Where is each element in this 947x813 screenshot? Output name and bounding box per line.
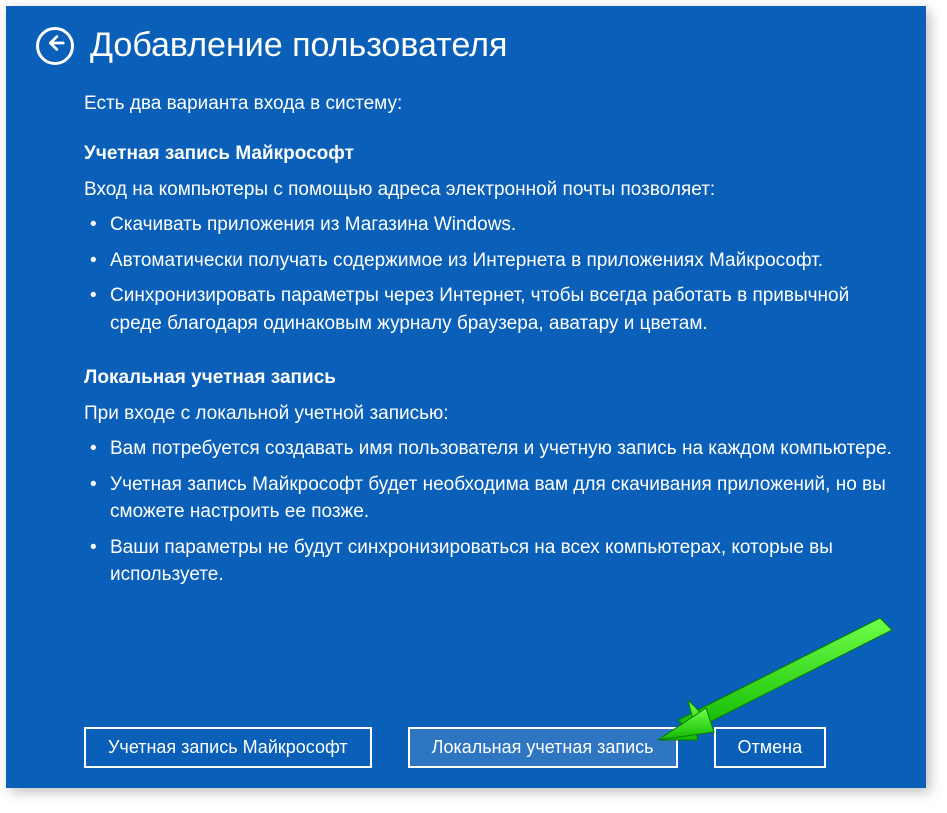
list-item: Вам потребуется создавать имя пользовате…	[84, 435, 896, 463]
page-title: Добавление пользователя	[90, 26, 507, 65]
button-row: Учетная запись Майкрософт Локальная учет…	[84, 727, 926, 768]
local-account-heading: Локальная учетная запись	[84, 367, 896, 389]
microsoft-account-heading: Учетная запись Майкрософт	[84, 143, 896, 165]
list-item: Синхронизировать параметры через Интерне…	[84, 282, 896, 337]
list-item: Автоматически получать содержимое из Инт…	[84, 247, 896, 275]
local-account-bullets: Вам потребуется создавать имя пользовате…	[84, 435, 896, 589]
local-account-lead: При входе с локальной учетной записью:	[84, 403, 896, 425]
arrow-left-icon	[44, 32, 66, 59]
list-item: Скачивать приложения из Магазина Windows…	[84, 211, 896, 239]
back-button[interactable]	[36, 27, 74, 65]
header-row: Добавление пользователя	[6, 26, 926, 65]
list-item: Учетная запись Майкрософт будет необходи…	[84, 471, 896, 526]
content-area: Есть два варианта входа в систему: Учетн…	[6, 93, 926, 589]
microsoft-account-bullets: Скачивать приложения из Магазина Windows…	[84, 211, 896, 337]
microsoft-account-lead: Вход на компьютеры с помощью адреса элек…	[84, 179, 896, 201]
add-user-wizard-panel: Добавление пользователя Есть два вариант…	[6, 6, 926, 788]
cancel-button[interactable]: Отмена	[714, 727, 827, 768]
list-item: Ваши параметры не будут синхронизировать…	[84, 534, 896, 589]
intro-text: Есть два варианта входа в систему:	[84, 93, 896, 115]
microsoft-account-button[interactable]: Учетная запись Майкрософт	[84, 727, 372, 768]
local-account-button[interactable]: Локальная учетная запись	[408, 727, 678, 768]
